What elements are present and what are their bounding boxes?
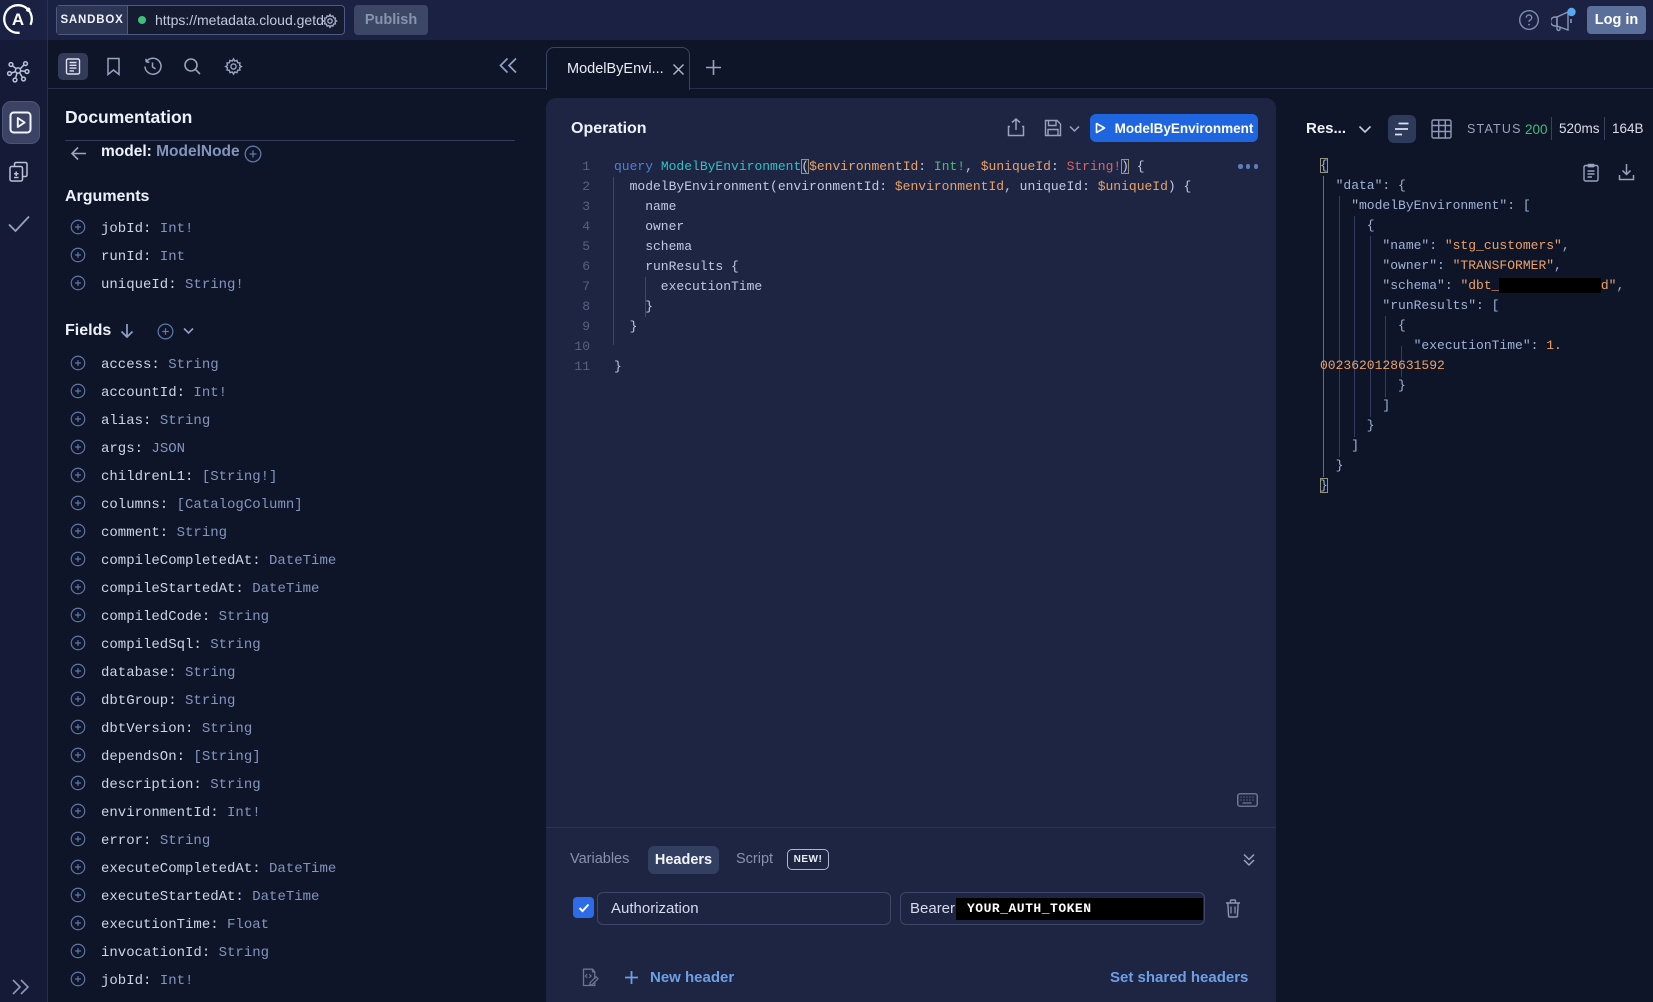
svg-text:A: A (12, 10, 24, 29)
